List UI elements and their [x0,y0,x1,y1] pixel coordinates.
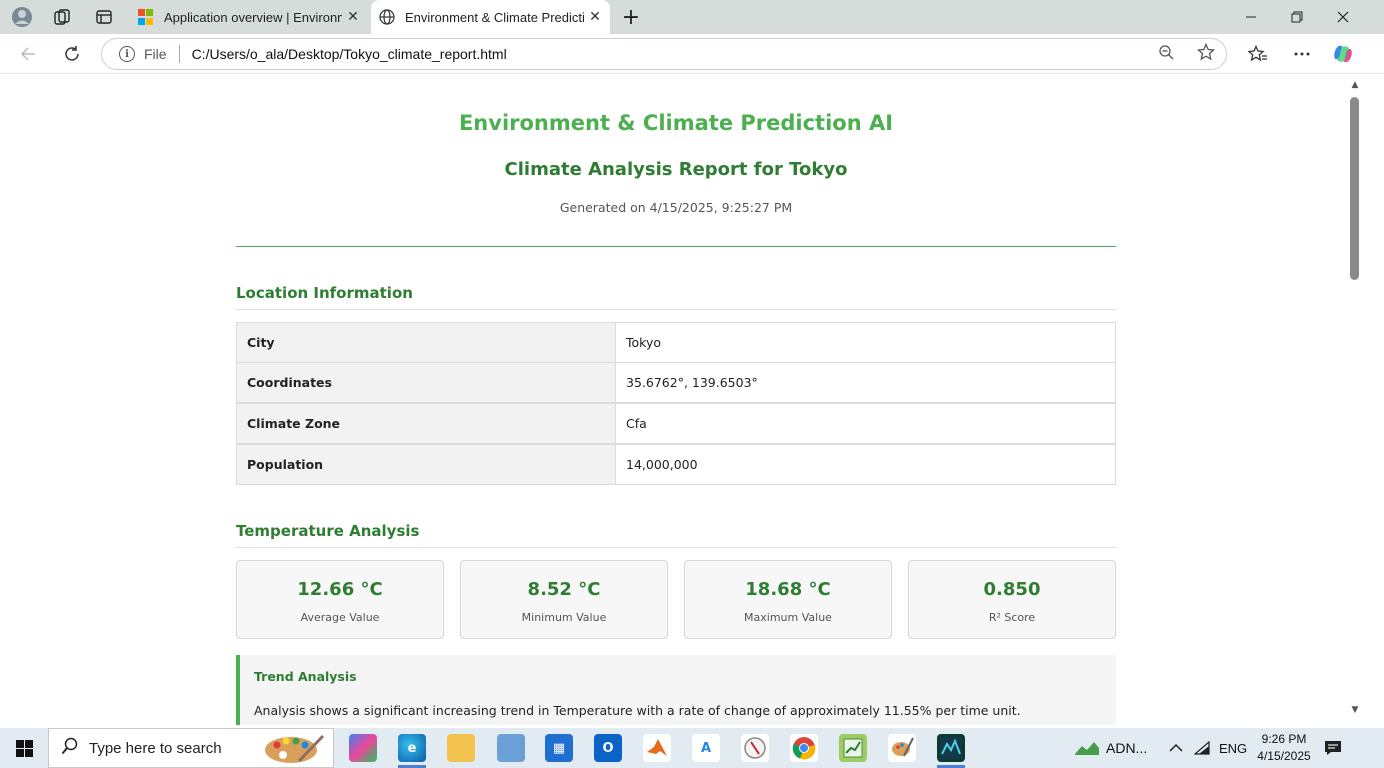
stat-label: Maximum Value [744,611,832,624]
search-placeholder: Type here to search [89,739,222,757]
chart-app-icon[interactable] [839,734,867,762]
show-hidden-icons-icon[interactable] [1169,728,1183,768]
back-arrow-icon[interactable] [14,42,42,66]
outlook-icon[interactable]: O [594,734,622,762]
tab-title: Environment & Climate Predictior [405,9,584,25]
ai-app-icon[interactable] [937,734,965,762]
favorite-star-icon[interactable] [1186,42,1226,65]
stat-value: 12.66 °C [297,579,383,600]
system-clock[interactable]: 9:26 PM 4/15/2025 [1254,731,1314,765]
scrollbar-thumb[interactable] [1350,97,1359,280]
scroll-up-icon[interactable]: ▲ [1349,80,1361,90]
stat-value: 8.52 °C [527,579,601,600]
site-info-icon[interactable]: i [119,46,135,62]
address-toolbar: i File C:/Users/o_ala/Desktop/Tokyo_clim… [0,34,1384,74]
trend-title: Trend Analysis [254,669,357,684]
stat-value: 0.850 [983,579,1041,600]
stat-value: 18.68 °C [745,579,831,600]
table-row: Population 14,000,000 [236,444,1116,485]
row-key: Coordinates [236,362,616,403]
close-window-button[interactable] [1320,0,1366,34]
tab-title: Application overview | Environme [164,9,342,25]
refresh-icon[interactable] [58,42,86,66]
scheme-label: File [144,46,167,62]
matlab-icon[interactable] [643,734,671,762]
tray-label: ADN... [1106,740,1148,756]
page-viewport[interactable]: Environment & Climate Prediction AI Clim… [4,75,1348,725]
report-subtitle: Climate Analysis Report for Tokyo [504,159,848,180]
file-explorer-icon[interactable] [447,734,475,762]
window-edge [1364,75,1384,725]
stat-card-maximum: 18.68 °C Maximum Value [684,560,892,639]
chrome-icon[interactable] [790,734,818,762]
clock-date: 4/15/2025 [1257,749,1311,763]
network-icon[interactable] [1194,728,1210,768]
minimize-button[interactable] [1228,0,1274,34]
more-options-icon[interactable] [1290,44,1314,64]
stat-label: Minimum Value [521,611,607,624]
stat-card-average: 12.66 °C Average Value [236,560,444,639]
table-row: City Tokyo [236,322,1116,363]
tab-climate-report[interactable]: Environment & Climate Predictior ✕ [371,0,610,34]
zoom-icon[interactable] [1146,44,1186,64]
row-value: Cfa [615,403,1116,444]
address-bar[interactable]: i File C:/Users/o_ala/Desktop/Tokyo_clim… [101,38,1227,70]
paint-app-icon[interactable] [888,734,916,762]
stat-label: R² Score [988,611,1036,624]
compass-app-icon[interactable] [741,734,769,762]
copilot-app-icon[interactable] [349,734,377,762]
windows-logo-icon [15,739,33,757]
temperature-heading: Temperature Analysis [236,522,420,540]
close-tab-icon[interactable]: ✕ [342,9,364,25]
row-key: Population [236,444,616,485]
start-button[interactable] [0,728,48,768]
search-icon [61,737,81,760]
stat-card-minimum: 8.52 °C Minimum Value [460,560,668,639]
restore-button[interactable] [1274,0,1320,34]
row-value: 14,000,000 [615,444,1116,485]
microsoft-logo-icon [138,9,154,25]
divider [178,45,180,63]
section-divider [236,547,1116,548]
url-text[interactable]: C:/Users/o_ala/Desktop/Tokyo_climate_rep… [192,46,1146,62]
new-tab-icon[interactable]: + [619,5,643,30]
copilot-icon[interactable] [1331,44,1355,64]
section-divider [236,309,1116,310]
generated-timestamp: Generated on 4/15/2025, 9:25:27 PM [559,200,793,215]
close-tab-icon[interactable]: ✕ [584,9,606,25]
table-row: Coordinates 35.6762°, 139.6503° [236,362,1116,403]
tray-widget[interactable]: ADN... [1074,728,1147,768]
favorites-icon[interactable] [1246,44,1270,64]
profile-icon[interactable] [10,5,34,29]
edge-browser-icon[interactable]: e [398,734,426,762]
trend-text: Analysis shows a significant increasing … [254,703,1021,718]
app-a-icon[interactable]: A [692,734,720,762]
tab-application-overview[interactable]: Application overview | Environme ✕ [130,0,368,34]
tab-strip: Application overview | Environme ✕ Envir… [0,0,1384,34]
row-value: Tokyo [615,322,1116,363]
report-title: Environment & Climate Prediction AI [458,111,894,135]
trend-analysis-box: Trend Analysis Analysis shows a signific… [236,655,1116,725]
language-indicator[interactable]: ENG [1219,728,1247,768]
stat-label: Average Value [300,611,380,624]
globe-icon [379,9,395,25]
stock-chart-icon [1075,742,1099,755]
stat-card-r2: 0.850 R² Score [908,560,1116,639]
notifications-icon[interactable] [1324,728,1342,768]
scroll-down-icon[interactable]: ▼ [1349,705,1361,715]
location-heading: Location Information [236,284,413,302]
taskbar: Type here to search e ▦ O A ADN... ENG 9… [0,728,1384,768]
laptop-app-icon[interactable] [497,734,525,762]
row-key: Climate Zone [236,403,616,444]
row-key: City [236,322,616,363]
header-divider [236,246,1116,247]
row-value: 35.6762°, 139.6503° [615,362,1116,403]
paint-palette-icon [265,734,325,763]
clock-time: 9:26 PM [1261,732,1307,746]
table-row: Climate Zone Cfa [236,403,1116,444]
workspaces-icon[interactable] [50,5,74,29]
store-icon[interactable]: ▦ [545,734,573,762]
vertical-tabs-icon[interactable] [92,5,116,29]
taskbar-search-box[interactable]: Type here to search [48,728,334,768]
